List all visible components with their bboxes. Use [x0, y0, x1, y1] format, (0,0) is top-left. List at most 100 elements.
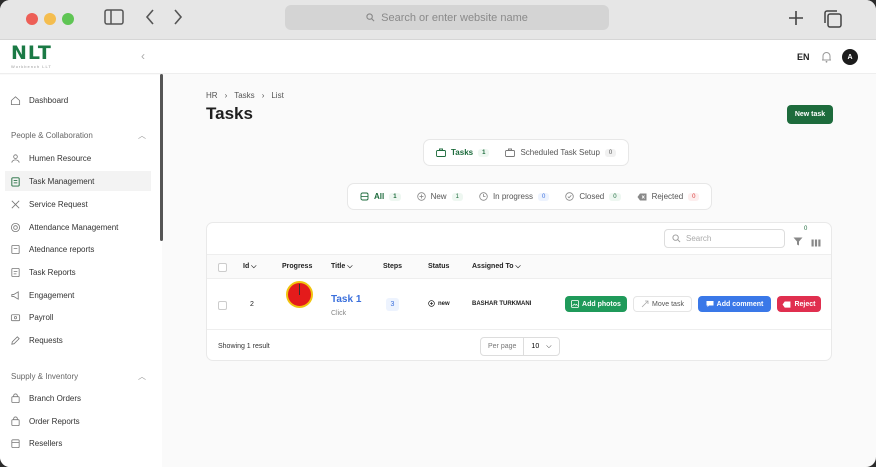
store-icon	[11, 438, 20, 448]
filter-label: All	[374, 192, 385, 201]
chevron-up-icon[interactable]: ︿	[138, 130, 146, 141]
sidebar-scrollbar[interactable]	[160, 74, 163, 241]
sidebar-item-task-management[interactable]: Task Management	[5, 171, 151, 191]
sidebar-item-task-reports[interactable]: Task Reports	[10, 262, 76, 282]
sidebar-item-label: Order Reports	[29, 416, 80, 426]
comment-icon	[706, 301, 714, 307]
tab-tasks[interactable]: Tasks 1	[430, 145, 495, 160]
sidebar-item-dashboard[interactable]: Dashboard	[10, 90, 68, 110]
row-checkbox[interactable]	[218, 301, 227, 310]
backspace-icon	[783, 300, 791, 308]
sidebar-item-humen-resource[interactable]: Humen Resource	[10, 148, 91, 168]
filter-count-badge: 0	[804, 226, 808, 232]
tab-overview-icon[interactable]	[823, 9, 843, 34]
clipboard-icon	[11, 176, 20, 187]
table-row[interactable]: 2 Task 1 Click 3 new BASHAR TURKMANI Add…	[207, 279, 831, 330]
assigned-to: BASHAR TURKMANI	[472, 301, 532, 307]
column-header-id[interactable]: Id ⌵	[243, 263, 257, 271]
close-window-button[interactable]	[26, 13, 38, 25]
view-tabs: Tasks 1 Scheduled Task Setup 0	[423, 139, 630, 166]
bell-icon[interactable]	[821, 50, 832, 68]
home-icon	[10, 95, 21, 105]
search-input[interactable]: Search	[664, 229, 785, 248]
plus-circle-icon	[416, 192, 426, 201]
forward-icon[interactable]	[172, 8, 184, 31]
chevron-up-icon[interactable]: ︿	[138, 371, 146, 382]
sidebar-item-requests[interactable]: Requests	[10, 330, 63, 350]
breadcrumb: HR › Tasks › List	[206, 91, 284, 100]
sidebar-item-label: Requests	[29, 335, 63, 345]
tab-scheduled-task-setup[interactable]: Scheduled Task Setup 0	[499, 145, 622, 160]
filter-icon[interactable]	[793, 233, 803, 251]
sidebar-item-attendance-management[interactable]: Attendance Management	[10, 217, 118, 237]
columns-icon[interactable]	[811, 234, 821, 252]
status-filter-tabs: All 1 New 1 In progress 0 Closed 0 Rejec…	[347, 183, 713, 210]
address-bar[interactable]: Search or enter website name	[285, 5, 609, 30]
sidebar-item-service-request[interactable]: Service Request	[10, 194, 88, 214]
tab-label: Scheduled Task Setup	[520, 148, 600, 157]
per-page-select[interactable]: Per page 10 ⌵	[480, 337, 560, 356]
search-placeholder: Search	[686, 234, 712, 243]
new-task-button[interactable]: New task	[787, 105, 833, 124]
filter-label: Closed	[579, 192, 605, 201]
sidebar-item-label: Payroll	[29, 312, 54, 322]
column-label: Assigned To	[472, 263, 514, 270]
per-page-label: Per page	[481, 338, 525, 355]
wallet-icon	[10, 313, 21, 321]
column-header-assigned-to[interactable]: Assigned To ⌵	[472, 263, 521, 271]
breadcrumb-separator: ›	[224, 91, 228, 100]
column-header-title[interactable]: Title ⌵	[331, 263, 353, 271]
sidebar-toggle-icon[interactable]	[104, 8, 124, 31]
sidebar-item-resellers[interactable]: Resellers	[10, 433, 62, 453]
language-switch[interactable]: EN	[797, 52, 810, 62]
filter-in-progress[interactable]: In progress 0	[473, 189, 555, 204]
avatar[interactable]: A	[842, 49, 858, 65]
image-icon	[571, 300, 579, 308]
sidebar-item-payroll[interactable]: Payroll	[10, 307, 53, 327]
task-title-link[interactable]: Task 1	[331, 294, 361, 305]
minimize-window-button[interactable]	[44, 13, 56, 25]
add-photos-button[interactable]: Add photos	[565, 296, 627, 312]
sidebar-item-branch-orders[interactable]: Branch Orders	[10, 388, 81, 408]
filter-new[interactable]: New 1	[411, 189, 469, 204]
sidebar-item-engagement[interactable]: Engagement	[10, 285, 74, 305]
report-icon	[11, 267, 20, 277]
move-task-button[interactable]: Move task	[633, 296, 692, 312]
logo[interactable]: NLT Workbench LLT	[11, 43, 52, 69]
column-header-progress: Progress	[282, 263, 313, 270]
task-subtitle: Click	[331, 310, 347, 317]
collapse-sidebar-icon[interactable]: ‹	[141, 49, 145, 63]
steps-badge[interactable]: 3	[386, 298, 399, 311]
back-icon[interactable]	[144, 8, 156, 31]
count-badge: 0	[609, 192, 621, 201]
filter-label: Rejected	[651, 192, 684, 201]
column-header-status: Status	[428, 263, 450, 270]
logo-subtext: Workbench LLT	[11, 64, 52, 69]
sidebar-section-supply[interactable]: Supply & Inventory	[11, 372, 78, 381]
bag-icon	[11, 416, 20, 426]
sidebar-item-order-reports[interactable]: Order Reports	[10, 411, 80, 431]
filter-all[interactable]: All 1	[354, 189, 407, 204]
add-comment-button[interactable]: Add comment	[698, 296, 771, 312]
button-label: Move task	[652, 300, 684, 308]
edit-icon	[11, 335, 20, 345]
reject-button[interactable]: Reject	[777, 296, 821, 312]
logo-text: NLT	[11, 42, 52, 64]
new-tab-icon[interactable]	[787, 9, 805, 32]
page-title: Tasks	[206, 104, 253, 123]
status-new-icon	[428, 300, 435, 307]
sidebar-section-people[interactable]: People & Collaboration	[11, 131, 93, 140]
filter-closed[interactable]: Closed 0	[559, 189, 626, 204]
sidebar-item-label: Service Request	[29, 199, 88, 209]
breadcrumb-item-tasks[interactable]: Tasks	[234, 91, 254, 100]
select-all-checkbox[interactable]	[218, 263, 227, 272]
count-badge: 1	[389, 192, 401, 201]
breadcrumb-item-hr[interactable]: HR	[206, 91, 218, 100]
sidebar-item-attendance-reports[interactable]: Atednance reports	[10, 239, 94, 259]
maximize-window-button[interactable]	[62, 13, 74, 25]
briefcase-icon	[505, 148, 516, 157]
check-circle-icon	[565, 192, 575, 201]
sidebar-item-label: Attendance Management	[29, 222, 119, 232]
filter-rejected[interactable]: Rejected 0	[631, 189, 706, 204]
fingerprint-icon	[10, 222, 21, 232]
